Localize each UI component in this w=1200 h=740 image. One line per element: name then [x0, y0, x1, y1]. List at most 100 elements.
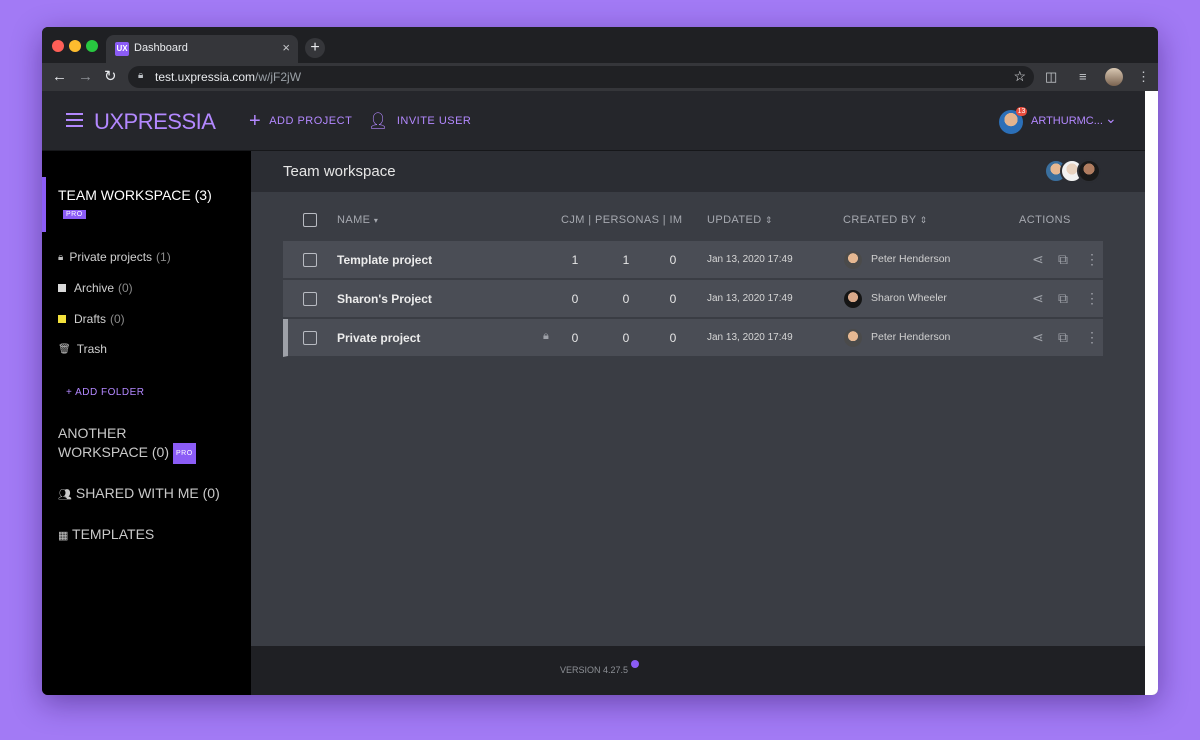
- share-icon[interactable]: ⋖: [1032, 329, 1044, 345]
- tab-close-icon[interactable]: ×: [282, 40, 290, 55]
- status-dot: [631, 660, 639, 668]
- sidebar-item-label: Private projects: [69, 250, 153, 264]
- member-avatar[interactable]: [1077, 159, 1101, 183]
- page-scrollbar[interactable]: [1145, 91, 1158, 695]
- column-header-name[interactable]: NAME ▾: [337, 214, 378, 226]
- app-logo[interactable]: UXPRESSIA: [94, 109, 216, 135]
- plus-icon: +: [249, 109, 262, 132]
- sort-down-icon: ▾: [373, 216, 379, 225]
- pro-badge: PRO: [63, 210, 86, 219]
- address-bar[interactable]: 🔒︎ test.uxpressia.com/w/jF2jW ☆: [128, 66, 1034, 88]
- app-header: UXPRESSIA + ADD PROJECT 👤︎ INVITE USER 1…: [42, 91, 1145, 151]
- square-icon: [58, 284, 66, 292]
- share-icon[interactable]: ⋖: [1032, 251, 1044, 267]
- sidebar-item-label: Trash: [76, 342, 107, 356]
- sidebar-item-archive[interactable]: Archive (0): [58, 281, 133, 295]
- shared-label: SHARED WITH ME (0): [75, 485, 220, 501]
- cjm-count: 1: [571, 253, 579, 267]
- chevron-down-icon[interactable]: ⌄: [1105, 110, 1117, 127]
- back-icon[interactable]: ←: [52, 67, 67, 87]
- personas-count: 1: [622, 253, 630, 267]
- im-count: 0: [669, 253, 677, 267]
- url-text: test.uxpressia.com/w/jF2jW: [155, 70, 302, 84]
- media-icon[interactable]: ≡: [1079, 68, 1087, 86]
- version-label: VERSION 4.27.5: [560, 665, 629, 675]
- column-header-updated[interactable]: UPDATED ⇕: [707, 214, 773, 226]
- sidebar-item-label: Archive: [74, 281, 115, 295]
- invite-user-label: INVITE USER: [396, 115, 472, 127]
- sidebar-item-private-projects[interactable]: 🔒︎ Private projects (1): [58, 250, 171, 264]
- more-options-icon[interactable]: ⋮: [1085, 329, 1099, 345]
- im-count: 0: [669, 292, 677, 306]
- sidebar-item-team-workspace[interactable]: TEAM WORKSPACE (3) PRO: [42, 177, 251, 232]
- table-row[interactable]: Template project 1 1 0 Jan 13, 2020 17:4…: [283, 241, 1103, 279]
- table-header: NAME ▾ CJM | PERSONAS | IM UPDATED ⇕ CRE…: [283, 213, 1103, 230]
- sort-icon: ⇕: [919, 215, 928, 225]
- notification-badge[interactable]: 13: [1016, 107, 1027, 116]
- column-header-counts: CJM | PERSONAS | IM: [561, 214, 683, 226]
- sidebar-item-drafts[interactable]: Drafts (0): [58, 312, 125, 326]
- sort-icon: ⇕: [765, 215, 773, 225]
- sidebar: TEAM WORKSPACE (3) PRO 🔒︎ Private projec…: [42, 151, 251, 695]
- new-tab-button[interactable]: +: [305, 38, 325, 58]
- close-window-button[interactable]: [52, 40, 64, 52]
- table-row[interactable]: Private project 🔒︎ 0 0 0 Jan 13, 2020 17…: [283, 319, 1103, 357]
- project-name[interactable]: Sharon's Project: [337, 292, 432, 306]
- im-count: 0: [669, 331, 677, 345]
- updated-date: Jan 13, 2020 17:49: [707, 332, 793, 343]
- invite-user-button[interactable]: 👤︎ INVITE USER: [368, 111, 471, 131]
- column-header-created-by[interactable]: CREATED BY ⇕: [843, 214, 928, 226]
- browser-tab-dashboard[interactable]: UX Dashboard ×: [106, 35, 298, 63]
- hamburger-menu-icon[interactable]: [66, 113, 83, 128]
- duplicate-icon[interactable]: ⧉: [1058, 329, 1068, 345]
- sidebar-item-shared[interactable]: 👥︎ SHARED WITH ME (0): [58, 484, 220, 505]
- workspace-bar: Team workspace: [251, 151, 1145, 192]
- add-project-button[interactable]: + ADD PROJECT: [249, 109, 352, 132]
- table-row[interactable]: Sharon's Project 0 0 0 Jan 13, 2020 17:4…: [283, 280, 1103, 318]
- creator-avatar: [844, 290, 862, 308]
- share-icon[interactable]: ⋖: [1032, 290, 1044, 306]
- creator-name: Peter Henderson: [871, 331, 951, 343]
- row-checkbox[interactable]: [303, 253, 317, 267]
- tab-title: Dashboard: [134, 42, 188, 54]
- reload-icon[interactable]: ↻: [104, 67, 117, 87]
- lock-icon: 🔒︎: [543, 330, 549, 342]
- updated-date: Jan 13, 2020 17:49: [707, 293, 793, 304]
- cjm-count: 0: [571, 292, 579, 306]
- column-header-actions: ACTIONS: [1019, 214, 1071, 226]
- star-icon[interactable]: ☆: [1013, 68, 1026, 85]
- users-icon: 👥︎: [58, 489, 72, 501]
- maximize-window-button[interactable]: [86, 40, 98, 52]
- updated-date: Jan 13, 2020 17:49: [707, 254, 793, 265]
- sidebar-item-another-workspace[interactable]: ANOTHER WORKSPACE (0) PRO: [58, 424, 196, 464]
- lock-icon: 🔒︎: [138, 70, 144, 81]
- workspace-name-line2: WORKSPACE (0): [58, 444, 169, 461]
- row-checkbox[interactable]: [303, 331, 317, 345]
- more-options-icon[interactable]: ⋮: [1085, 290, 1099, 306]
- workspace-title: TEAM WORKSPACE (3): [58, 187, 212, 203]
- username[interactable]: ARTHURMC...: [1031, 115, 1103, 127]
- minimize-window-button[interactable]: [69, 40, 81, 52]
- duplicate-icon[interactable]: ⧉: [1058, 251, 1068, 267]
- square-icon: [58, 315, 66, 323]
- page-title: Team workspace: [283, 163, 396, 180]
- forward-icon[interactable]: →: [78, 67, 93, 87]
- tab-strip: UX Dashboard × +: [42, 27, 1158, 63]
- workspace-name-line1: ANOTHER: [58, 425, 127, 441]
- select-all-checkbox[interactable]: [303, 213, 317, 227]
- project-name[interactable]: Private project: [337, 331, 420, 345]
- menu-dots-icon[interactable]: ⋮: [1137, 68, 1150, 86]
- favicon-icon: UX: [115, 42, 129, 56]
- pro-badge: PRO: [172, 443, 196, 464]
- sidebar-item-templates[interactable]: ▦ TEMPLATES: [58, 525, 154, 546]
- more-options-icon[interactable]: ⋮: [1085, 251, 1099, 267]
- profile-avatar[interactable]: [1105, 68, 1123, 86]
- pocket-icon[interactable]: ◫: [1045, 68, 1057, 86]
- duplicate-icon[interactable]: ⧉: [1058, 290, 1068, 306]
- sidebar-item-trash[interactable]: 🗑︎ Trash: [58, 342, 107, 356]
- add-folder-button[interactable]: + ADD FOLDER: [66, 387, 145, 398]
- creator-name: Sharon Wheeler: [871, 292, 947, 304]
- project-name[interactable]: Template project: [337, 253, 432, 267]
- row-checkbox[interactable]: [303, 292, 317, 306]
- sidebar-item-count: (0): [110, 312, 125, 326]
